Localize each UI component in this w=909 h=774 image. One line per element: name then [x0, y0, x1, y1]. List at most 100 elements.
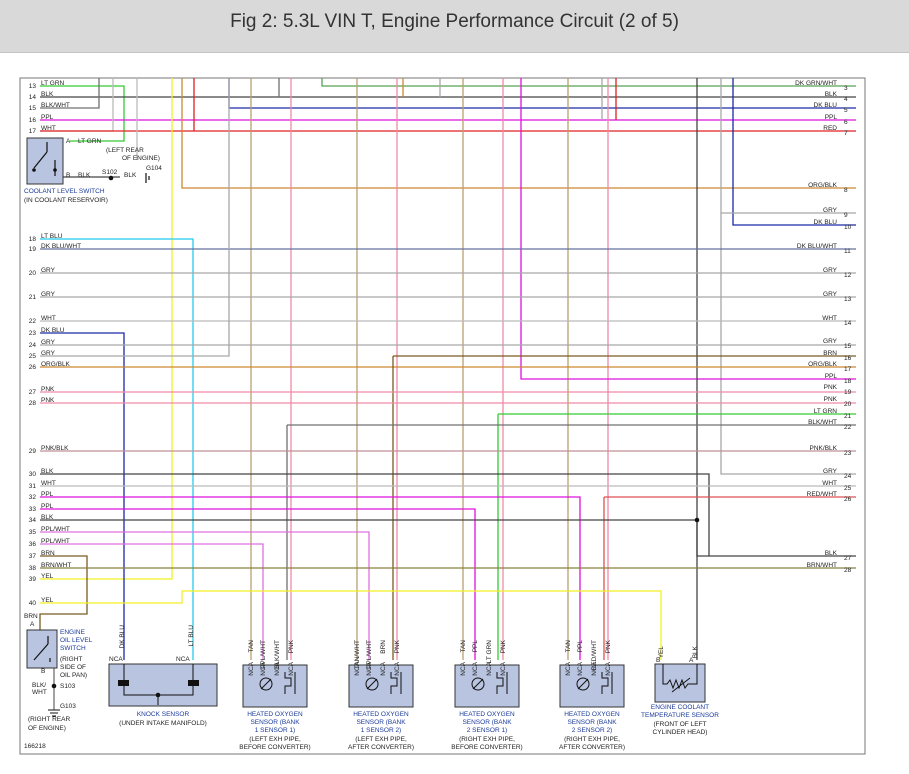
- left-wire-label: DK BLU: [41, 327, 65, 334]
- nca-label: NCA: [176, 656, 190, 663]
- o2-sensor-name: 2 SENSOR 2): [572, 727, 612, 734]
- oil-switch-location: SIDE OF: [60, 664, 86, 671]
- right-wire-number: 11: [844, 248, 851, 255]
- nca-label: NCA: [565, 661, 572, 675]
- left-wire-label: YEL: [41, 573, 54, 580]
- ect-sensor-location: CYLINDER HEAD): [653, 729, 708, 736]
- right-wire-number: 7: [844, 130, 848, 137]
- right-wire-label: DK GRN/WHT: [795, 80, 837, 87]
- right-wire-number: 22: [844, 424, 852, 431]
- right-wire-number: 28: [844, 567, 852, 574]
- ground-note: OF ENGINE): [122, 155, 160, 162]
- nca-label: NCA: [591, 661, 598, 675]
- right-wire-number: 9: [844, 212, 848, 219]
- right-wire-number: 20: [844, 401, 852, 408]
- o2-sensor-name: HEATED OXYGEN: [247, 711, 303, 718]
- wire-label: BLK: [78, 172, 91, 179]
- right-wire-label: BRN: [823, 350, 837, 357]
- wire: [520, 78, 856, 380]
- right-wire-label: PNK/BLK: [810, 445, 838, 452]
- o2-sensor-location: (LEFT EXH PIPE,: [355, 736, 407, 743]
- right-wire-number: 13: [844, 296, 852, 303]
- wire: [228, 78, 856, 109]
- o2-sensor-name: SENSOR (BANK: [567, 719, 617, 726]
- o2-sensor-name: 2 SENSOR 1): [467, 727, 507, 734]
- o2-sensor-location: BEFORE CONVERTER): [239, 744, 310, 751]
- figure-number: 166218: [24, 743, 46, 750]
- splice-s103: [51, 683, 57, 689]
- o2-wire-label: TAN: [460, 640, 467, 653]
- right-wire-number: 5: [844, 107, 848, 114]
- left-wire-label: YEL: [41, 597, 54, 604]
- right-wire-label: WHT: [822, 315, 837, 322]
- left-wire-number: 34: [29, 517, 37, 524]
- splice-label: S103: [60, 683, 76, 690]
- pin-b-label: B: [656, 657, 660, 664]
- o2-wire-label: TAN: [248, 640, 255, 653]
- right-wire-label: ORG/BLK: [808, 182, 838, 189]
- right-wire-label: WHT: [822, 480, 837, 487]
- contact-dot: [53, 168, 57, 172]
- o2-wire-label: PPL: [472, 640, 479, 653]
- o2-wire-label: TAN: [565, 640, 572, 653]
- o2-wire-label: PNK: [394, 639, 401, 653]
- knock-element: [188, 680, 199, 686]
- ect-sensor-location: (FRONT OF LEFT: [654, 721, 707, 728]
- left-wire-number: 36: [29, 541, 37, 548]
- ect-sensor-name: TEMPERATURE SENSOR: [641, 712, 719, 719]
- left-wire-label: PPL: [41, 503, 54, 510]
- nca-label: NCA: [109, 656, 123, 663]
- right-wire-label: DK BLU/WHT: [797, 243, 837, 250]
- left-wire-number: 27: [29, 389, 37, 396]
- oil-switch-location: OIL PAN): [60, 672, 87, 679]
- wire: [720, 78, 856, 214]
- o2-sensor-location: AFTER CONVERTER): [348, 744, 414, 751]
- wire-label: BLK/: [32, 682, 46, 689]
- right-wire-number: 3: [844, 85, 848, 92]
- splice-dot-blk: [694, 517, 700, 523]
- contact-dot: [32, 168, 36, 172]
- o2-sensor-name: SENSOR (BANK: [356, 719, 406, 726]
- right-wire-number: 4: [844, 96, 848, 103]
- nca-label: NCA: [577, 661, 584, 675]
- right-wire-label: RED: [823, 125, 837, 132]
- pin-b-label: B: [66, 172, 70, 179]
- o2-wire-label: PPL: [577, 640, 584, 653]
- knock-sensor-name: KNOCK SENSOR: [137, 711, 190, 718]
- ect-sensor-name: ENGINE COOLANT: [651, 704, 709, 711]
- left-wire-label: PPL/WHT: [41, 526, 70, 533]
- left-wire-label: PNK: [41, 386, 55, 393]
- right-wire-label: BRN/WHT: [807, 562, 837, 569]
- pin-a-label: A: [66, 138, 71, 145]
- o2-wire-label: PNK: [605, 639, 612, 653]
- right-wire-label: GRY: [823, 267, 838, 274]
- ground-note: (LEFT REAR: [106, 147, 144, 154]
- ground-label: G103: [60, 703, 76, 710]
- left-wire-number: 21: [29, 294, 37, 301]
- left-wire-label: BLK: [41, 468, 54, 475]
- right-wire-number: 8: [844, 187, 848, 194]
- left-wire-label: GRY: [41, 267, 56, 274]
- o2-sensor-location: AFTER CONVERTER): [559, 744, 625, 751]
- left-wire-number: 32: [29, 494, 37, 501]
- wire-label: LT GRN: [78, 138, 102, 145]
- pin-a-label: A: [689, 657, 694, 664]
- left-wire-number: 35: [29, 529, 37, 536]
- left-wire-number: 24: [29, 342, 37, 349]
- o2-sensor-location: (RIGHT EXH PIPE,: [564, 736, 620, 743]
- nca-label: NCA: [500, 661, 507, 675]
- right-wire-number: 17: [844, 366, 852, 373]
- left-wire-label: PPL: [41, 491, 54, 498]
- left-wire-label: LT GRN: [41, 80, 65, 87]
- wire-label: LT BLU: [188, 625, 195, 647]
- left-wire-number: 30: [29, 471, 37, 478]
- right-wire-label: PPL: [825, 373, 838, 380]
- left-wire-label: BRN/WHT: [41, 562, 71, 569]
- left-wire-label: GRY: [41, 291, 56, 298]
- right-wire-number: 16: [844, 355, 852, 362]
- left-wire-label: BRN: [41, 550, 55, 557]
- left-wire-number: 23: [29, 330, 37, 337]
- oil-switch-name: OIL LEVEL: [60, 637, 93, 644]
- left-wire-number: 17: [29, 128, 37, 135]
- components-layer: [26, 137, 706, 717]
